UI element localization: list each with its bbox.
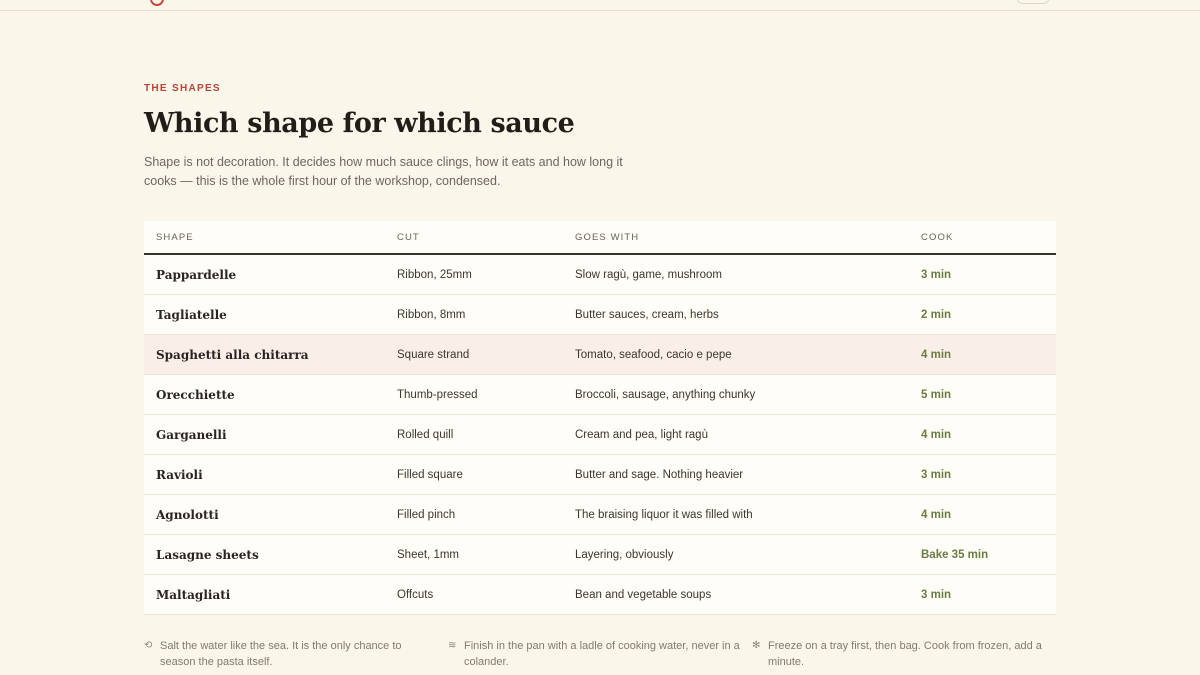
cook-time-cell: 4 min [921,348,952,361]
table-row: Lasagne sheets Sheet, 1mm Layering, obvi… [144,535,1056,575]
table-row: Agnolotti Filled pinch The braising liqu… [144,495,1056,535]
goes-with-cell: Bean and vegetable soups [575,588,712,601]
tip-pan: ≋ Finish in the pan with a ladle of cook… [448,638,752,670]
shape-cell: Orecchiette [156,387,235,402]
tip-text: Finish in the pan with a ladle of cookin… [464,640,740,668]
tip-text: Salt the water like the sea. It is the o… [160,640,402,668]
shape-cell: Ravioli [156,467,203,482]
shapes-section-header: THE SHAPES Which shape for which sauce S… [144,82,1056,191]
salt-icon: ⟲ [144,640,153,651]
cut-cell: Filled pinch [397,508,456,521]
table-row: Ravioli Filled square Butter and sage. N… [144,455,1056,495]
goes-with-cell: The braising liquor it was filled with [575,508,753,521]
tip-freeze: ✻ Freeze on a tray first, then bag. Cook… [752,638,1056,670]
tip-text: Freeze on a tray first, then bag. Cook f… [768,640,1042,668]
shape-cell: Tagliatelle [156,307,227,322]
shape-cell: Lasagne sheets [156,547,259,562]
table-row: Maltagliati Offcuts Bean and vegetable s… [144,575,1056,615]
cut-cell: Square strand [397,348,470,361]
goes-with-cell: Layering, obviously [575,548,674,561]
shapes-table: SHAPE CUT GOES WITH COOK Pappardelle Rib… [144,221,1056,615]
cook-time-cell: 3 min [921,588,952,601]
logo-icon[interactable] [150,0,164,6]
cook-time-cell: 3 min [921,468,952,481]
table-row: Orecchiette Thumb-pressed Broccoli, saus… [144,375,1056,415]
cook-time-cell: 3 min [921,268,952,281]
shape-cell: Agnolotti [156,507,219,522]
table-header: SHAPE CUT GOES WITH COOK [144,221,1056,255]
goes-with-cell: Cream and pea, light ragù [575,428,708,441]
nav-button[interactable] [1016,0,1050,4]
cook-time-cell: Bake 35 min [921,548,989,561]
tip-salt: ⟲ Salt the water like the sea. It is the… [144,638,448,670]
cut-cell: Rolled quill [397,428,454,441]
header-shape: SHAPE [156,231,194,243]
section-title: Which shape for which sauce [144,108,575,139]
shape-cell: Pappardelle [156,267,237,282]
table-row-highlighted: Spaghetti alla chitarra Square strand To… [144,335,1056,375]
goes-with-cell: Butter sauces, cream, herbs [575,308,719,321]
cut-cell: Filled square [397,468,463,481]
header-cook: COOK [921,231,954,243]
shape-cell: Maltagliati [156,587,231,602]
cook-time-cell: 4 min [921,428,952,441]
tips-row: ⟲ Salt the water like the sea. It is the… [144,638,1056,670]
shape-cell: Garganelli [156,427,227,442]
cook-time-cell: 5 min [921,388,952,401]
pan-icon: ≋ [448,640,457,651]
cut-cell: Offcuts [397,588,434,601]
goes-with-cell: Butter and sage. Nothing heavier [575,468,744,481]
table-row: Garganelli Rolled quill Cream and pea, l… [144,415,1056,455]
shape-cell: Spaghetti alla chitarra [156,347,309,362]
header-goes-with: GOES WITH [575,231,640,243]
goes-with-cell: Broccoli, sausage, anything chunky [575,388,756,401]
cut-cell: Thumb-pressed [397,388,478,401]
section-intro: Shape is not decoration. It decides how … [144,155,623,188]
cook-time-cell: 4 min [921,508,952,521]
cut-cell: Sheet, 1mm [397,548,459,561]
table-row: Tagliatelle Ribbon, 8mm Butter sauces, c… [144,295,1056,335]
top-nav-bar [0,0,1200,11]
cut-cell: Ribbon, 8mm [397,308,466,321]
goes-with-cell: Tomato, seafood, cacio e pepe [575,348,732,361]
cut-cell: Ribbon, 25mm [397,268,472,281]
snowflake-icon: ✻ [752,640,761,651]
header-cut: CUT [397,231,420,243]
section-eyebrow: THE SHAPES [144,83,221,94]
cook-time-cell: 2 min [921,308,952,321]
table-row: Pappardelle Ribbon, 25mm Slow ragù, game… [144,255,1056,295]
goes-with-cell: Slow ragù, game, mushroom [575,268,723,281]
